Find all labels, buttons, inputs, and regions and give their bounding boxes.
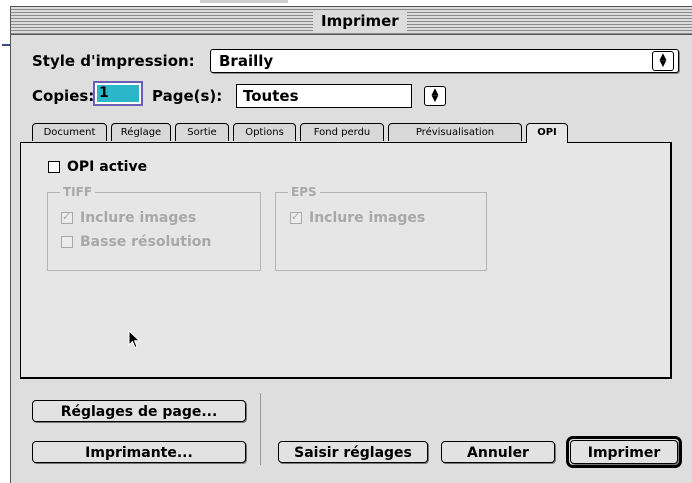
popup-arrows-icon: ▲ ▼: [652, 51, 674, 71]
copies-value: 1: [97, 85, 139, 102]
eps-group-title: EPS: [288, 185, 320, 199]
print-style-label: Style d'impression:: [32, 52, 195, 70]
tiff-low-res-label: Basse résolution: [80, 234, 212, 250]
print-style-popup[interactable]: Brailly ▲ ▼: [210, 49, 679, 73]
mouse-pointer-icon: [128, 330, 141, 349]
tab-previsualisation[interactable]: Prévisualisation: [388, 123, 522, 141]
pages-popup-arrows-icon[interactable]: ▲ ▼: [424, 86, 446, 106]
opi-active-label: OPI active: [67, 159, 148, 175]
tiff-include-images-checkbox[interactable]: [61, 210, 73, 224]
print-style-value: Brailly: [219, 52, 274, 70]
pages-label: Page(s):: [152, 87, 223, 105]
background-window-edge: [0, 0, 10, 482]
tiff-group-title: TIFF: [60, 185, 96, 199]
tab-options[interactable]: Options: [233, 123, 296, 141]
pages-value: Toutes: [243, 87, 299, 105]
tab-sortie[interactable]: Sortie: [175, 123, 229, 141]
copies-input[interactable]: 1: [93, 81, 143, 106]
printer-button[interactable]: Imprimante...: [32, 441, 246, 463]
tab-document[interactable]: Document: [32, 123, 107, 141]
page-setup-button[interactable]: Réglages de page...: [32, 400, 246, 422]
title-bar[interactable]: Imprimer: [11, 7, 692, 35]
tiff-include-images-label: Inclure images: [80, 210, 197, 226]
window-title: Imprimer: [313, 10, 407, 32]
eps-include-images-checkbox[interactable]: [290, 210, 302, 224]
eps-include-images-label: Inclure images: [309, 210, 426, 226]
print-button[interactable]: Imprimer: [570, 440, 678, 464]
tab-reglage[interactable]: Réglage: [111, 123, 171, 141]
eps-group: EPS: [275, 185, 487, 271]
tiff-low-res-checkbox[interactable]: [61, 236, 73, 248]
pages-input[interactable]: Toutes: [236, 84, 412, 108]
tiff-group: TIFF: [47, 185, 261, 271]
tab-opi[interactable]: OPI: [526, 123, 568, 143]
button-separator: [260, 393, 261, 465]
copies-label: Copies:: [32, 87, 95, 105]
tab-fond-perdu[interactable]: Fond perdu: [300, 123, 384, 141]
cancel-button[interactable]: Annuler: [441, 441, 555, 463]
capture-settings-button[interactable]: Saisir réglages: [278, 441, 428, 463]
opi-active-checkbox[interactable]: [48, 161, 60, 173]
background-window-edge-top: [200, 0, 288, 3]
